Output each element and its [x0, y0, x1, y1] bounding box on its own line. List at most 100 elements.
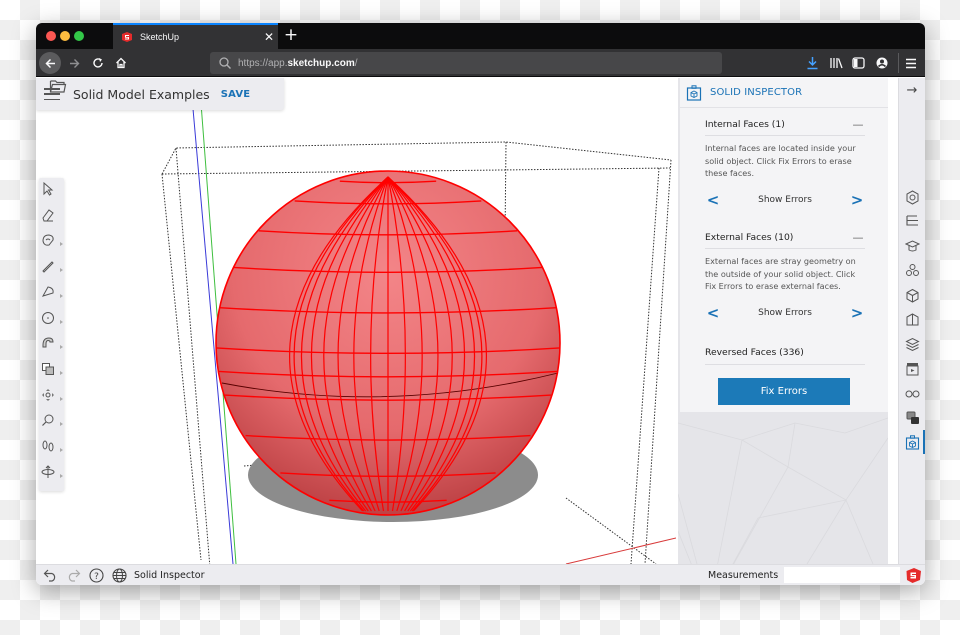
scenes-panel-button[interactable]: [903, 360, 921, 378]
flyout-caret-icon: [60, 319, 63, 324]
scenes-icon: [906, 363, 918, 376]
browser-tab[interactable]: SketchUp ✕: [113, 23, 278, 49]
external-faces-section: External Faces (10) — External faces are…: [705, 227, 865, 323]
help-icon: ?: [88, 567, 104, 583]
components-panel-button[interactable]: [903, 262, 921, 280]
help-button[interactable]: ?: [87, 566, 105, 584]
reload-button[interactable]: [87, 52, 109, 74]
fix-errors-button[interactable]: Fix Errors: [718, 378, 850, 405]
bounding-box-edge: [630, 167, 660, 564]
select-tool-button[interactable]: [41, 182, 63, 204]
entity-info-icon: [906, 189, 918, 205]
window-close-button[interactable]: [46, 31, 56, 41]
offset-tool-icon: [42, 362, 54, 375]
orbit-tool-button[interactable]: [41, 464, 63, 487]
library-button[interactable]: [827, 54, 845, 72]
walk-tool-button[interactable]: [41, 439, 63, 461]
forward-button[interactable]: [63, 52, 85, 74]
offset-tool-button[interactable]: [41, 362, 63, 384]
sketchup-logo-icon[interactable]: [905, 567, 922, 584]
save-button[interactable]: SAVE: [221, 89, 251, 100]
outliner-panel-button[interactable]: [903, 213, 921, 231]
section-description: Internal faces are located inside your s…: [705, 143, 856, 178]
flyout-caret-icon: [60, 396, 63, 401]
push-pull-tool-button[interactable]: [41, 336, 63, 358]
search-icon: [219, 57, 231, 69]
previous-error-button[interactable]: <: [705, 191, 721, 209]
folder-open-icon[interactable]: [49, 78, 67, 94]
active-panel-indicator: [923, 430, 925, 454]
circle-tool-button[interactable]: [41, 311, 63, 333]
extensions-panel-button[interactable]: [903, 409, 921, 427]
next-error-button[interactable]: >: [849, 304, 865, 322]
flyout-caret-icon: [60, 293, 63, 298]
status-bar: ? Solid Inspector Measurements: [36, 564, 925, 585]
display-panel-button[interactable]: [903, 384, 921, 402]
flyout-caret-icon: [60, 268, 63, 273]
arc-tool-button[interactable]: [41, 285, 63, 307]
error-navigator: < Show Errors >: [705, 303, 865, 323]
section-description: External faces are stray geometry on the…: [705, 256, 856, 291]
outliner-icon: [905, 215, 918, 226]
collapse-panel-button[interactable]: →: [903, 81, 921, 99]
section-header[interactable]: Reversed Faces (336): [705, 340, 865, 365]
previous-error-button[interactable]: <: [705, 304, 721, 322]
window-minimize-button[interactable]: [60, 31, 70, 41]
tab-close-icon[interactable]: ✕: [260, 30, 278, 44]
solid-inspector-panel: SOLID INSPECTOR Internal Faces (1) — Int…: [678, 78, 888, 564]
3d-viewport[interactable]: Solid Model Examples SAVE: [36, 78, 676, 564]
show-errors-button[interactable]: Show Errors: [758, 308, 812, 318]
components-icon: [905, 264, 919, 276]
section-header[interactable]: Internal Faces (1) —: [705, 114, 865, 136]
measurements-input[interactable]: [784, 567, 900, 583]
solid-inspector-icon: [905, 434, 919, 450]
section-header[interactable]: External Faces (10) —: [705, 227, 865, 249]
paint-bucket-tool-button[interactable]: [41, 233, 63, 255]
styles-icon: [906, 313, 918, 326]
language-button[interactable]: [110, 566, 128, 584]
instructor-panel-button[interactable]: [903, 237, 921, 255]
entity-info-panel-button[interactable]: [903, 188, 921, 206]
move-tool-icon: [42, 388, 54, 401]
account-button[interactable]: [873, 54, 891, 72]
pencil-line-tool-button[interactable]: [41, 259, 63, 281]
navigation-toolbar: https://app.sketchup.com/: [36, 49, 925, 77]
instructor-icon: [904, 239, 920, 251]
solid-inspector-icon: [686, 84, 702, 101]
sidebar-button[interactable]: [849, 54, 867, 72]
collapse-icon[interactable]: —: [851, 231, 865, 244]
app-menu-button[interactable]: [902, 54, 920, 72]
styles-panel-button[interactable]: [903, 311, 921, 329]
move-tool-button[interactable]: [41, 388, 63, 410]
eraser-tool-button[interactable]: [41, 208, 63, 230]
browser-window: SketchUp ✕ + https://app.sketchup.com/ S…: [36, 23, 925, 585]
forward-arrow-icon: [69, 58, 79, 68]
url-bar[interactable]: https://app.sketchup.com/: [210, 52, 722, 74]
select-tool-icon: [43, 182, 54, 196]
window-maximize-button[interactable]: [74, 31, 84, 41]
redo-button[interactable]: [64, 566, 82, 584]
model-title: Solid Model Examples: [73, 86, 210, 102]
reload-icon: [93, 58, 103, 68]
section-heading: Reversed Faces (336): [705, 346, 804, 358]
flyout-caret-icon: [60, 242, 63, 247]
internal-faces-section: Internal Faces (1) — Internal faces are …: [705, 114, 865, 210]
menu-icon: [906, 58, 916, 68]
library-icon: [830, 58, 843, 69]
inspector-title: SOLID INSPECTOR: [710, 87, 803, 98]
tape-measure-tool-button[interactable]: [41, 413, 63, 435]
download-button[interactable]: [803, 54, 821, 72]
scene-canvas[interactable]: [36, 78, 676, 564]
flyout-caret-icon: [60, 448, 63, 452]
collapse-icon[interactable]: —: [851, 118, 865, 131]
solid-inspector-panel-button[interactable]: [903, 433, 921, 451]
bounding-box-edge: [161, 173, 202, 561]
tags-panel-button[interactable]: [903, 335, 921, 353]
next-error-button[interactable]: >: [849, 191, 865, 209]
materials-panel-button[interactable]: [903, 286, 921, 304]
new-tab-button[interactable]: +: [283, 25, 299, 45]
home-button[interactable]: [110, 52, 132, 74]
undo-button[interactable]: [41, 566, 59, 584]
back-button[interactable]: [39, 52, 61, 74]
show-errors-button[interactable]: Show Errors: [758, 195, 812, 205]
